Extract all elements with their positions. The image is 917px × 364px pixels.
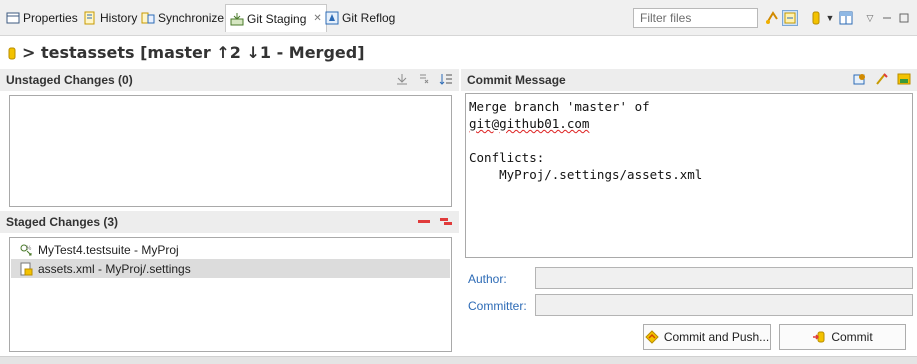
commit-and-push-icon: [645, 330, 659, 344]
testsuite-file-icon: %: [19, 243, 33, 257]
change-id-icon[interactable]: [897, 72, 911, 86]
committer-field[interactable]: [535, 294, 913, 316]
xml-file-icon: [19, 262, 33, 276]
unstaged-changes-header: Unstaged Changes (0): [0, 69, 459, 91]
commit-and-push-button[interactable]: Commit and Push...: [643, 324, 771, 350]
unstaged-changes-title: Unstaged Changes (0): [6, 73, 133, 87]
sort-icon[interactable]: [439, 72, 453, 86]
git-reflog-icon: [325, 11, 339, 25]
svg-text:%: %: [26, 246, 32, 252]
view-tab-bar: Properties History Synchronize Git Stagi…: [0, 0, 917, 36]
commit-and-push-label: Commit and Push...: [663, 330, 770, 344]
tab-synchronize[interactable]: Synchronize: [137, 6, 228, 30]
compare-mode-icon[interactable]: [764, 10, 780, 26]
commit-message-line: Merge branch 'master' of: [469, 99, 650, 114]
maximize-icon[interactable]: [896, 10, 912, 26]
unstage-all-icon[interactable]: [439, 214, 453, 228]
tab-git-staging[interactable]: Git Staging ✕: [225, 4, 327, 32]
tab-properties[interactable]: Properties: [2, 6, 82, 30]
tab-history[interactable]: History: [79, 6, 141, 30]
chevron-down-icon[interactable]: ▼: [822, 10, 838, 26]
view-menu-icon[interactable]: ▽: [862, 10, 878, 26]
commit-button[interactable]: Commit: [779, 324, 906, 350]
author-label: Author:: [468, 272, 507, 286]
tab-label: History: [100, 11, 138, 25]
list-item-label: MyTest4.testsuite - MyProj: [38, 242, 179, 257]
commit-message-line: MyProj/.settings/assets.xml: [469, 167, 703, 182]
commit-message-line: git@github01.com: [469, 116, 590, 131]
commit-message-line: [469, 132, 909, 149]
tab-git-reflog[interactable]: Git Reflog: [321, 6, 399, 30]
sign-off-icon[interactable]: [875, 72, 889, 86]
presentation-toggle-icon[interactable]: [782, 10, 798, 26]
commit-icon: [812, 330, 826, 344]
repository-title: > testassets [master ↑2 ↓1 - Merged]: [8, 42, 365, 62]
staged-changes-list[interactable]: % MyTest4.testsuite - MyProj assets.xml …: [9, 237, 452, 352]
commit-message-line: Conflicts:: [469, 150, 545, 165]
minimize-icon[interactable]: [879, 10, 895, 26]
stage-selected-icon[interactable]: [395, 72, 409, 86]
repository-icon: [8, 45, 16, 60]
status-strip: [0, 356, 917, 364]
stage-all-icon[interactable]: [417, 72, 431, 86]
committer-label: Committer:: [468, 299, 527, 313]
list-item[interactable]: assets.xml - MyProj/.settings: [11, 259, 450, 278]
commit-message-title: Commit Message: [467, 73, 566, 87]
list-item[interactable]: % MyTest4.testsuite - MyProj: [11, 240, 450, 259]
synchronize-icon: [141, 11, 155, 25]
commit-label: Commit: [831, 330, 873, 344]
amend-icon[interactable]: [853, 72, 867, 86]
commit-message-header: Commit Message: [461, 69, 917, 91]
list-item-label: assets.xml - MyProj/.settings: [38, 261, 191, 276]
properties-icon: [6, 11, 20, 25]
unstaged-changes-list[interactable]: [9, 95, 452, 207]
commit-message-textarea[interactable]: Merge branch 'master' of git@github01.com…: [465, 93, 913, 258]
switch-layout-icon[interactable]: [838, 10, 854, 26]
git-staging-icon: [230, 12, 244, 26]
unstage-selected-icon[interactable]: [417, 214, 431, 228]
staged-changes-title: Staged Changes (3): [6, 215, 119, 229]
tab-label: Git Reflog: [342, 11, 396, 25]
filter-files-input[interactable]: [633, 8, 758, 28]
tab-label: Properties: [23, 11, 78, 25]
tab-label: Synchronize: [158, 11, 225, 25]
repository-title-text: > testassets [master ↑2 ↓1 - Merged]: [22, 42, 365, 62]
history-icon: [83, 11, 97, 25]
staged-changes-header: Staged Changes (3): [0, 211, 459, 233]
tab-label: Git Staging: [247, 11, 307, 26]
author-field[interactable]: [535, 267, 913, 289]
